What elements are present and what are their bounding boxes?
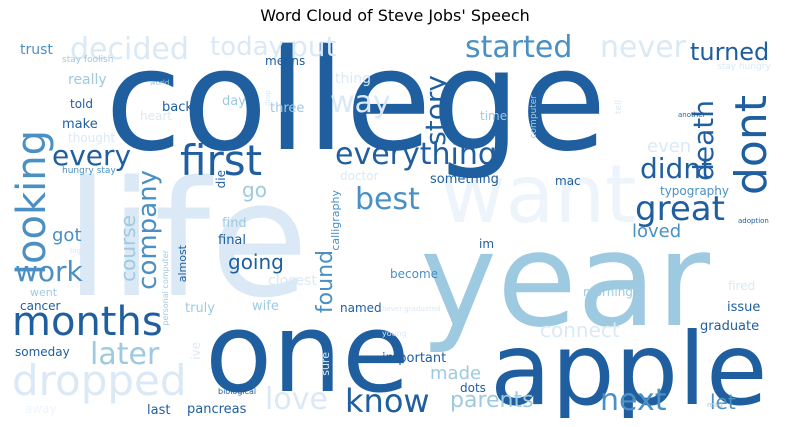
word-next: next: [600, 383, 667, 418]
word-calligraphy: calligraphy: [329, 190, 342, 251]
word-young: young: [382, 329, 407, 338]
word-best: best: [355, 182, 420, 217]
word-thought: thought: [68, 131, 116, 145]
word-cancer: cancer: [20, 299, 61, 313]
word-never-graduated: never graduated: [382, 305, 441, 313]
word-wife: wife: [252, 299, 279, 314]
word-graduate: graduate: [700, 319, 760, 334]
word-story: story: [419, 75, 452, 146]
word-fired: fired: [728, 279, 756, 293]
word-started: started: [465, 30, 573, 65]
word-turned: turned: [690, 38, 770, 66]
word-never: never: [600, 30, 687, 65]
word-something: something: [430, 172, 499, 187]
word-really: really: [68, 72, 107, 88]
word-everything: everything: [335, 137, 497, 172]
word-course: course: [116, 215, 140, 282]
word-find: find: [222, 216, 247, 231]
word-got: got: [52, 225, 82, 246]
word-another: another: [678, 111, 706, 119]
word-big: big: [70, 247, 81, 255]
word-day: day: [222, 94, 246, 109]
word-went: went: [30, 286, 58, 299]
word-looking: looking: [10, 130, 55, 276]
word-named: named: [340, 301, 382, 315]
word-know: know: [345, 382, 430, 418]
word-truly: truly: [185, 301, 215, 316]
word-work: work: [15, 255, 83, 288]
word-become: become: [390, 267, 439, 281]
word-someday: someday: [15, 345, 70, 359]
word-computer: computer: [529, 95, 539, 139]
word-cloud: college life year one apple want dont first ever…: [10, 30, 780, 418]
word-time: time: [480, 109, 508, 123]
word-adoption: adoption: [738, 217, 769, 225]
word-away: away: [25, 402, 57, 416]
word-almost: almost: [176, 245, 189, 283]
word-morning: morning: [583, 285, 633, 299]
word-go: go: [242, 178, 267, 202]
word-tell: tell: [614, 100, 624, 115]
word-loved: loved: [632, 221, 682, 242]
word-didnt: didnt: [640, 152, 713, 185]
word-connect: connect: [540, 318, 620, 342]
word-personal-computer: personal computer: [161, 250, 170, 326]
word-important: important: [382, 351, 447, 366]
word-pancreas: pancreas: [187, 402, 247, 417]
word-love: love: [265, 382, 328, 417]
word-ive: ive: [189, 342, 203, 360]
word-typography: typography: [660, 184, 729, 198]
word-dont: dont: [726, 95, 777, 195]
word-told: told: [70, 97, 93, 111]
word-dots: dots: [460, 381, 486, 395]
word-found: found: [313, 250, 338, 314]
word-stay-foolish: stay foolish: [62, 55, 114, 65]
word-hungry-stay: hungry stay: [62, 166, 116, 176]
word-issue: issue: [727, 300, 761, 315]
word-die: die: [214, 170, 228, 189]
word-last: last: [147, 403, 171, 418]
word-heart: heart: [140, 109, 172, 123]
word-later: later: [90, 337, 160, 372]
word-closest: closest: [268, 273, 317, 289]
word-read: read: [707, 401, 723, 409]
word-make: make: [62, 117, 98, 132]
word-trust: trust: [20, 42, 53, 58]
word-stay-hungry: stay hungry: [717, 62, 771, 72]
word-way: way: [330, 85, 391, 120]
word-world: world: [150, 79, 170, 87]
word-mac: mac: [555, 174, 581, 188]
word-three: three: [270, 101, 305, 116]
word-even: even: [647, 136, 692, 157]
word-sure: sure: [319, 352, 332, 376]
word-im: im: [479, 237, 495, 251]
word-final: final: [218, 233, 247, 248]
word-thing: thing: [335, 71, 372, 87]
word-doctor: doctor: [340, 169, 379, 183]
word-drop: drop: [264, 90, 272, 106]
figure-title: Word Cloud of Steve Jobs' Speech: [260, 6, 530, 25]
word-means: means: [265, 54, 306, 68]
word-going: going: [228, 250, 284, 274]
word-biological: biological: [218, 387, 257, 396]
